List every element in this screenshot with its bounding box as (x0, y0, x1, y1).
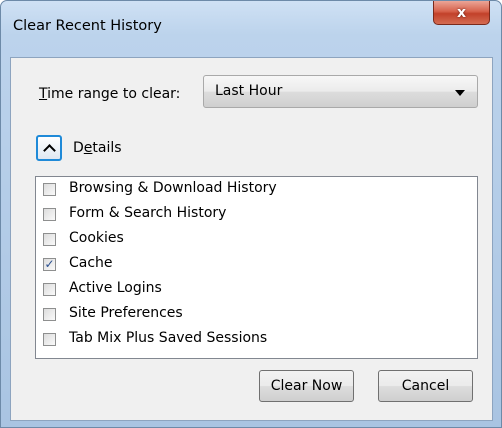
close-button[interactable]: x (433, 1, 490, 25)
checkbox[interactable] (43, 308, 56, 321)
item-label: Browsing & Download History (69, 180, 277, 196)
cancel-button[interactable]: Cancel (378, 370, 473, 402)
time-range-select[interactable]: Last Hour (203, 75, 478, 108)
time-range-label: Time range to clear: (39, 86, 181, 102)
dialog-content: Time range to clear: Last Hour Details B… (10, 57, 493, 421)
item-label: Cache (69, 255, 113, 271)
checkbox[interactable]: ✓ (43, 258, 56, 271)
dialog-title: Clear Recent History (13, 18, 162, 34)
checkbox[interactable] (43, 183, 56, 196)
list-item[interactable]: ✓ Cache (36, 254, 477, 279)
history-items-list: Browsing & Download History Form & Searc… (35, 176, 478, 359)
chevron-down-icon (455, 90, 465, 96)
item-label: Tab Mix Plus Saved Sessions (69, 330, 268, 346)
checkbox[interactable] (43, 233, 56, 246)
list-item[interactable]: Form & Search History (36, 204, 477, 229)
item-label: Active Logins (69, 280, 162, 296)
close-icon: x (456, 4, 467, 21)
clear-now-button[interactable]: Clear Now (259, 370, 354, 402)
item-label: Site Preferences (69, 305, 183, 321)
list-item[interactable]: Browsing & Download History (36, 179, 477, 204)
list-item[interactable]: Active Logins (36, 279, 477, 304)
item-label: Cookies (69, 230, 124, 246)
details-toggle-button[interactable] (36, 135, 62, 161)
list-item[interactable]: Tab Mix Plus Saved Sessions (36, 329, 477, 354)
checkbox[interactable] (43, 333, 56, 346)
checkbox[interactable] (43, 283, 56, 296)
chevron-up-icon (42, 143, 56, 157)
details-label: Details (73, 140, 122, 156)
dialog-window: Clear Recent History x Time range to cle… (0, 0, 502, 428)
item-label: Form & Search History (69, 205, 227, 221)
time-range-value: Last Hour (215, 83, 283, 99)
list-item[interactable]: Cookies (36, 229, 477, 254)
list-item[interactable]: Site Preferences (36, 304, 477, 329)
checkbox[interactable] (43, 208, 56, 221)
